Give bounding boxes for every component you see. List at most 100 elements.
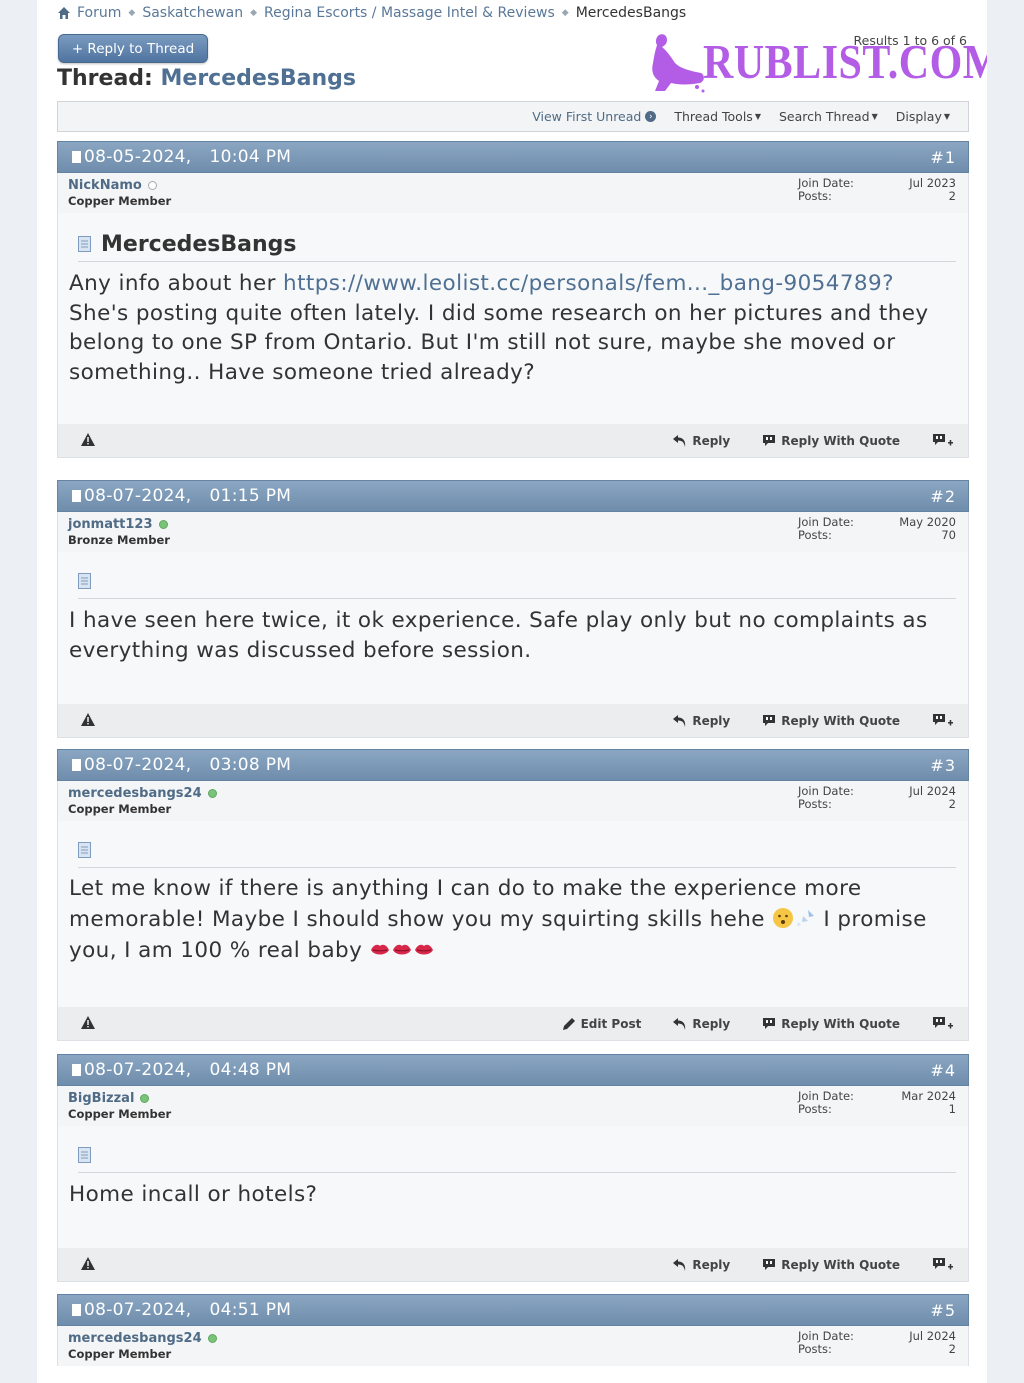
post-header: 08-07-2024, 01:15 PM #2 <box>57 480 969 512</box>
post-time: 03:08 PM <box>209 755 292 775</box>
post-icon <box>72 1064 81 1076</box>
posts-label: Posts: <box>798 189 832 203</box>
reply-to-thread-button[interactable]: + Reply to Thread <box>58 34 208 63</box>
forum-page: Forum ◆ Saskatchewan ◆ Regina Escorts / … <box>37 0 987 1383</box>
hush-face-emoji <box>773 908 794 928</box>
user-rank: Copper Member <box>68 194 172 208</box>
display-menu[interactable]: Display ▼ <box>896 109 950 124</box>
reply-with-quote-button[interactable]: Reply With Quote <box>762 1017 900 1031</box>
multi-quote-icon[interactable] <box>932 713 954 729</box>
reply-arrow-icon <box>673 1017 686 1030</box>
post-time: 10:04 PM <box>209 147 292 167</box>
quote-bubble-icon <box>763 435 776 446</box>
username-link[interactable]: jonmatt123 <box>68 517 153 532</box>
breadcrumb-saskatchewan[interactable]: Saskatchewan <box>142 5 243 21</box>
view-first-unread-label: View First Unread <box>532 109 642 124</box>
posts-label: Posts: <box>798 528 832 542</box>
post-date: 08-07-2024, <box>84 1060 192 1080</box>
username-link[interactable]: BigBizzal <box>68 1091 134 1106</box>
post-time: 04:48 PM <box>209 1060 292 1080</box>
report-warning-icon[interactable] <box>81 1257 95 1270</box>
post-number-link[interactable]: #2 <box>930 487 968 506</box>
report-warning-icon[interactable] <box>81 713 95 726</box>
document-icon <box>78 842 91 858</box>
lips-emoji <box>393 944 412 955</box>
user-info: jonmatt123 Bronze Member Join Date: May 2… <box>57 512 969 552</box>
reply-with-quote-button[interactable]: Reply With Quote <box>762 714 900 728</box>
quote-bubble-icon <box>763 1018 776 1029</box>
post-icon <box>72 759 81 771</box>
thread-prefix: Thread: <box>57 66 153 91</box>
reply-button[interactable]: Reply <box>673 714 730 728</box>
post-text-part: Let me know if there is anything I can d… <box>69 876 862 932</box>
view-first-unread-link[interactable]: View First Unread › <box>532 109 657 124</box>
username-link[interactable]: mercedesbangs24 <box>68 786 202 801</box>
username-link[interactable]: NickNamo <box>68 178 142 193</box>
user-stats: Join Date: Jul 2023 Posts: 2 <box>798 177 956 203</box>
online-status-icon <box>140 1094 150 1103</box>
username-link[interactable]: mercedesbangs24 <box>68 1331 202 1346</box>
multi-quote-icon[interactable] <box>932 433 954 449</box>
caret-down-icon: ▼ <box>943 112 950 121</box>
reply-button[interactable]: Reply <box>673 1258 730 1272</box>
display-label: Display <box>895 109 942 124</box>
edit-post-button[interactable]: Edit Post <box>562 1017 641 1031</box>
caret-down-icon: ▼ <box>754 112 761 121</box>
post-body: Let me know if there is anything I can d… <box>57 821 969 1007</box>
posts-value: 2 <box>948 797 956 811</box>
search-thread-label: Search Thread <box>778 109 870 124</box>
posts-label: Posts: <box>798 1342 832 1356</box>
reply-button[interactable]: Reply <box>673 434 730 448</box>
post-number-link[interactable]: #3 <box>930 756 968 775</box>
post-body: Home incall or hotels? <box>57 1126 969 1248</box>
post: 08-07-2024, 04:51 PM #5 mercedesbangs24 C… <box>57 1294 969 1366</box>
thread-tools-menu[interactable]: Thread Tools ▼ <box>674 109 761 124</box>
breadcrumb-current: MercedesBangs <box>575 5 687 21</box>
lips-emoji <box>371 944 390 955</box>
post-number-link[interactable]: #1 <box>930 148 968 167</box>
post-header: 08-05-2024, 10:04 PM #1 <box>57 141 969 173</box>
leolist-link[interactable]: https://www.leolist.cc/personals/fem..._… <box>283 271 894 296</box>
post-text: I have seen here twice, it ok experience… <box>69 608 928 663</box>
post-text: Home incall or hotels? <box>69 1182 318 1207</box>
user-rank: Bronze Member <box>68 533 170 547</box>
breadcrumb-regina-escorts[interactable]: Regina Escorts / Massage Intel & Reviews <box>264 5 555 21</box>
post-text-part: She's posting quite often lately. I did … <box>69 300 929 385</box>
search-thread-menu[interactable]: Search Thread ▼ <box>779 109 878 124</box>
multi-quote-icon[interactable] <box>932 1257 954 1273</box>
post-icon <box>72 151 81 163</box>
posts-value: 2 <box>948 189 956 203</box>
offline-status-icon <box>147 181 157 190</box>
post-text-part: Any info about her <box>69 271 284 296</box>
reply-arrow-icon <box>673 714 686 727</box>
post-text: Any info about her https://www.leolist.c… <box>69 269 950 387</box>
user-rank: Copper Member <box>68 1347 172 1361</box>
post-number-link[interactable]: #4 <box>930 1061 968 1080</box>
report-warning-icon[interactable] <box>81 433 95 446</box>
breadcrumb: Forum ◆ Saskatchewan ◆ Regina Escorts / … <box>57 4 686 22</box>
thread-name[interactable]: MercedesBangs <box>161 66 357 91</box>
user-stats: Join Date: May 2020 Posts: 70 <box>798 516 956 542</box>
reply-with-quote-button[interactable]: Reply With Quote <box>762 1258 900 1272</box>
lips-emoji <box>415 944 434 955</box>
reply-label: Reply <box>692 713 731 728</box>
post-number-link[interactable]: #5 <box>930 1301 968 1320</box>
report-warning-icon[interactable] <box>81 1016 95 1029</box>
user-info: BigBizzal Copper Member Join Date: Mar 20… <box>57 1086 969 1126</box>
post-title: MercedesBangs <box>101 231 297 257</box>
online-status-icon <box>207 789 217 798</box>
reply-with-quote-label: Reply With Quote <box>781 1016 900 1031</box>
user-info: NickNamo Copper Member Join Date: Jul 202… <box>57 173 969 213</box>
post-header: 08-07-2024, 03:08 PM #3 <box>57 749 969 781</box>
online-status-icon <box>158 520 168 529</box>
breadcrumb-forum[interactable]: Forum <box>77 5 121 21</box>
thread-toolbar: View First Unread › Thread Tools ▼ Search… <box>57 101 969 132</box>
reply-button[interactable]: Reply <box>673 1017 730 1031</box>
post-date: 08-07-2024, <box>84 486 192 506</box>
multi-quote-icon[interactable] <box>932 1016 954 1032</box>
home-icon[interactable] <box>57 6 71 20</box>
reply-with-quote-button[interactable]: Reply With Quote <box>762 434 900 448</box>
post-footer: Edit Post Reply Reply With Quote <box>57 1007 969 1041</box>
document-icon <box>78 236 91 252</box>
reply-arrow-icon <box>673 1258 686 1271</box>
